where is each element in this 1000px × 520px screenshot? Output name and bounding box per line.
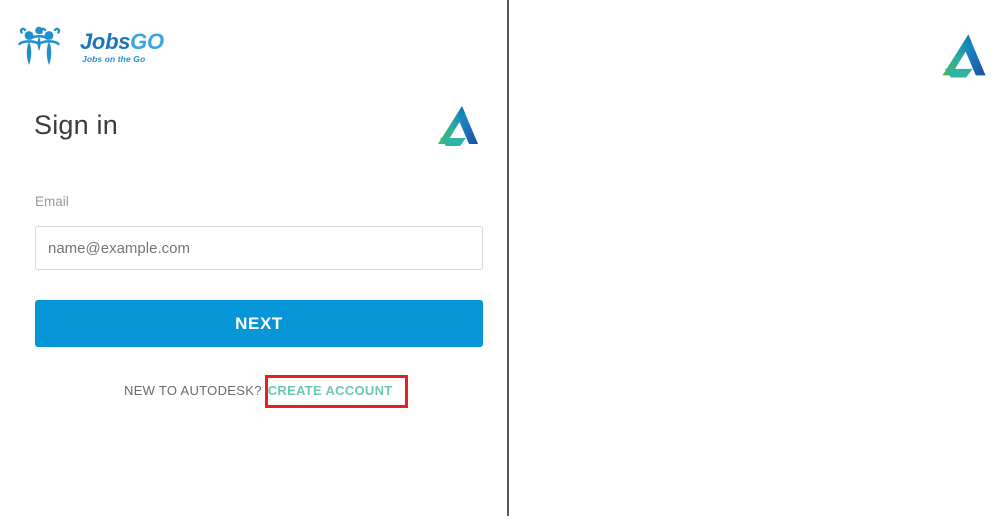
autodesk-signin-screen: JobsGO Jobs on the Go Sign in Email name… (0, 0, 1000, 520)
three-people-icon (16, 24, 74, 70)
brand-name-go: GO (130, 28, 164, 54)
page-title: Sign in (34, 110, 118, 140)
brand-name-jobs: Jobs (80, 28, 131, 54)
jobsgo-wordmark: JobsGO Jobs on the Go (80, 28, 164, 64)
jobsgo-brand: JobsGO Jobs on the Go (16, 24, 164, 70)
email-label: Email (35, 194, 69, 209)
brand-tagline: Jobs on the Go (82, 53, 146, 64)
email-input[interactable] (35, 226, 483, 270)
new-to-autodesk-label: NEW TO AUTODESK? (124, 383, 262, 398)
autodesk-a-logo-icon (936, 28, 992, 84)
education-benefits-panel: Get Education Benefits Country of educat… (508, 0, 1000, 520)
create-account-footer: NEW TO AUTODESK? CREATE ACCOUNT (124, 383, 393, 398)
create-account-link[interactable]: CREATE ACCOUNT (268, 383, 393, 398)
panel-divider (507, 0, 509, 516)
autodesk-a-logo-icon (432, 100, 484, 152)
next-button[interactable]: NEXT (35, 300, 483, 347)
sign-in-panel: JobsGO Jobs on the Go Sign in Email name… (0, 0, 508, 520)
